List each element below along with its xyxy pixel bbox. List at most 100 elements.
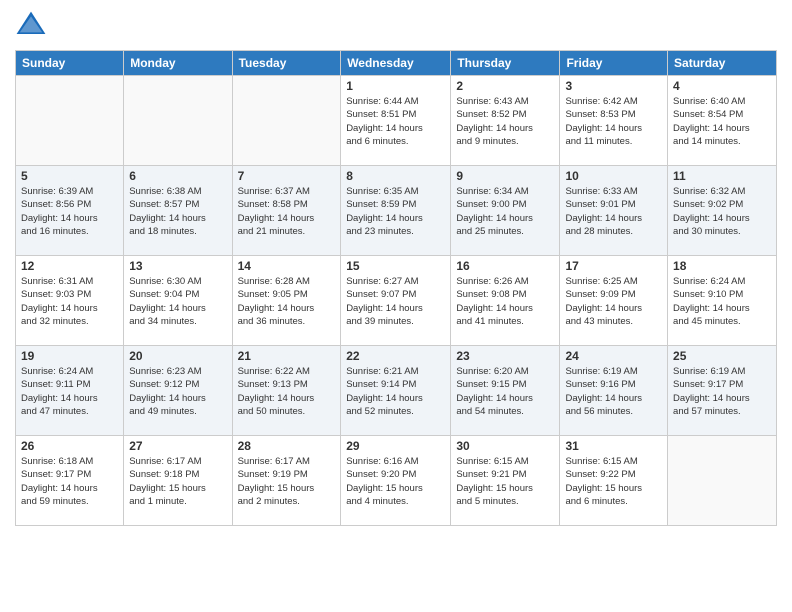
weekday-header-sunday: Sunday (16, 51, 124, 76)
calendar-cell: 5Sunrise: 6:39 AM Sunset: 8:56 PM Daylig… (16, 166, 124, 256)
day-info: Sunrise: 6:44 AM Sunset: 8:51 PM Dayligh… (346, 95, 445, 148)
calendar-cell: 14Sunrise: 6:28 AM Sunset: 9:05 PM Dayli… (232, 256, 341, 346)
calendar-week-row-3: 12Sunrise: 6:31 AM Sunset: 9:03 PM Dayli… (16, 256, 777, 346)
calendar-cell: 23 Sunrise: 6:20 AM Sunset: 9:15 PM Dayli… (451, 346, 560, 436)
day-info: Sunrise: 6:25 AM Sunset: 9:09 PM Dayligh… (565, 275, 662, 328)
calendar-cell: 27 Sunrise: 6:17 AM Sunset: 9:18 PM Dayli… (124, 436, 232, 526)
day-number: 10 (565, 169, 662, 183)
day-number: 6 (129, 169, 226, 183)
day-info: Sunrise: 6:26 AM Sunset: 9:08 PM Dayligh… (456, 275, 554, 328)
day-number: 14 (238, 259, 336, 273)
day-info: Sunrise: 6:37 AM Sunset: 8:58 PM Dayligh… (238, 185, 336, 238)
calendar-cell: 20Sunrise: 6:23 AM Sunset: 9:12 PM Dayli… (124, 346, 232, 436)
day-number: 11 (673, 169, 771, 183)
day-number: 16 (456, 259, 554, 273)
weekday-header-monday: Monday (124, 51, 232, 76)
page: SundayMondayTuesdayWednesdayThursdayFrid… (0, 0, 792, 612)
day-number: 13 (129, 259, 226, 273)
day-info: Sunrise: 6:33 AM Sunset: 9:01 PM Dayligh… (565, 185, 662, 238)
calendar-cell: 4 Sunrise: 6:40 AM Sunset: 8:54 PM Daylig… (668, 76, 777, 166)
day-number: 30 (456, 439, 554, 453)
calendar-cell: 8 Sunrise: 6:35 AM Sunset: 8:59 PM Daylig… (341, 166, 451, 256)
calendar-cell: 13 Sunrise: 6:30 AM Sunset: 9:04 PM Dayli… (124, 256, 232, 346)
weekday-header-wednesday: Wednesday (341, 51, 451, 76)
day-info: Sunrise: 6:27 AM Sunset: 9:07 PM Dayligh… (346, 275, 445, 328)
day-info: Sunrise: 6:24 AM Sunset: 9:11 PM Dayligh… (21, 365, 118, 418)
calendar-cell: 31 Sunrise: 6:15 AM Sunset: 9:22 PM Dayli… (560, 436, 668, 526)
logo-icon (15, 10, 47, 42)
day-info: Sunrise: 6:16 AM Sunset: 9:20 PM Dayligh… (346, 455, 445, 508)
calendar-cell (668, 436, 777, 526)
calendar-cell: 25 Sunrise: 6:19 AM Sunset: 9:17 PM Dayli… (668, 346, 777, 436)
calendar-cell (232, 76, 341, 166)
calendar-cell: 1 Sunrise: 6:44 AM Sunset: 8:51 PM Daylig… (341, 76, 451, 166)
calendar-cell: 24 Sunrise: 6:19 AM Sunset: 9:16 PM Dayli… (560, 346, 668, 436)
weekday-header-friday: Friday (560, 51, 668, 76)
weekday-header-thursday: Thursday (451, 51, 560, 76)
day-info: Sunrise: 6:17 AM Sunset: 9:19 PM Dayligh… (238, 455, 336, 508)
day-number: 19 (21, 349, 118, 363)
day-info: Sunrise: 6:15 AM Sunset: 9:22 PM Dayligh… (565, 455, 662, 508)
day-number: 28 (238, 439, 336, 453)
day-number: 15 (346, 259, 445, 273)
day-info: Sunrise: 6:20 AM Sunset: 9:15 PM Dayligh… (456, 365, 554, 418)
calendar-cell: 11 Sunrise: 6:32 AM Sunset: 9:02 PM Dayli… (668, 166, 777, 256)
day-info: Sunrise: 6:23 AM Sunset: 9:12 PM Dayligh… (129, 365, 226, 418)
day-number: 26 (21, 439, 118, 453)
calendar-cell: 15 Sunrise: 6:27 AM Sunset: 9:07 PM Dayli… (341, 256, 451, 346)
calendar-cell: 22 Sunrise: 6:21 AM Sunset: 9:14 PM Dayli… (341, 346, 451, 436)
calendar-cell (16, 76, 124, 166)
calendar-cell: 19 Sunrise: 6:24 AM Sunset: 9:11 PM Dayli… (16, 346, 124, 436)
day-number: 2 (456, 79, 554, 93)
calendar-week-row-1: 1 Sunrise: 6:44 AM Sunset: 8:51 PM Daylig… (16, 76, 777, 166)
calendar-cell: 12Sunrise: 6:31 AM Sunset: 9:03 PM Dayli… (16, 256, 124, 346)
calendar-cell: 2Sunrise: 6:43 AM Sunset: 8:52 PM Daylig… (451, 76, 560, 166)
day-info: Sunrise: 6:21 AM Sunset: 9:14 PM Dayligh… (346, 365, 445, 418)
weekday-header-saturday: Saturday (668, 51, 777, 76)
calendar-header-row: SundayMondayTuesdayWednesdayThursdayFrid… (16, 51, 777, 76)
calendar-week-row-5: 26 Sunrise: 6:18 AM Sunset: 9:17 PM Dayli… (16, 436, 777, 526)
day-number: 27 (129, 439, 226, 453)
day-number: 25 (673, 349, 771, 363)
day-info: Sunrise: 6:32 AM Sunset: 9:02 PM Dayligh… (673, 185, 771, 238)
day-number: 31 (565, 439, 662, 453)
day-number: 1 (346, 79, 445, 93)
day-number: 29 (346, 439, 445, 453)
calendar-table: SundayMondayTuesdayWednesdayThursdayFrid… (15, 50, 777, 526)
calendar-cell: 9 Sunrise: 6:34 AM Sunset: 9:00 PM Daylig… (451, 166, 560, 256)
day-number: 4 (673, 79, 771, 93)
calendar-week-row-2: 5Sunrise: 6:39 AM Sunset: 8:56 PM Daylig… (16, 166, 777, 256)
calendar-cell: 7Sunrise: 6:37 AM Sunset: 8:58 PM Daylig… (232, 166, 341, 256)
day-info: Sunrise: 6:35 AM Sunset: 8:59 PM Dayligh… (346, 185, 445, 238)
day-info: Sunrise: 6:38 AM Sunset: 8:57 PM Dayligh… (129, 185, 226, 238)
weekday-header-tuesday: Tuesday (232, 51, 341, 76)
day-info: Sunrise: 6:39 AM Sunset: 8:56 PM Dayligh… (21, 185, 118, 238)
calendar-cell: 28 Sunrise: 6:17 AM Sunset: 9:19 PM Dayli… (232, 436, 341, 526)
calendar-cell: 17 Sunrise: 6:25 AM Sunset: 9:09 PM Dayli… (560, 256, 668, 346)
day-number: 21 (238, 349, 336, 363)
day-number: 23 (456, 349, 554, 363)
day-info: Sunrise: 6:19 AM Sunset: 9:16 PM Dayligh… (565, 365, 662, 418)
day-number: 24 (565, 349, 662, 363)
day-info: Sunrise: 6:30 AM Sunset: 9:04 PM Dayligh… (129, 275, 226, 328)
logo (15, 10, 51, 42)
day-info: Sunrise: 6:19 AM Sunset: 9:17 PM Dayligh… (673, 365, 771, 418)
calendar-cell: 3Sunrise: 6:42 AM Sunset: 8:53 PM Daylig… (560, 76, 668, 166)
day-info: Sunrise: 6:15 AM Sunset: 9:21 PM Dayligh… (456, 455, 554, 508)
calendar-cell: 30 Sunrise: 6:15 AM Sunset: 9:21 PM Dayli… (451, 436, 560, 526)
day-number: 8 (346, 169, 445, 183)
day-info: Sunrise: 6:18 AM Sunset: 9:17 PM Dayligh… (21, 455, 118, 508)
day-info: Sunrise: 6:34 AM Sunset: 9:00 PM Dayligh… (456, 185, 554, 238)
day-number: 3 (565, 79, 662, 93)
day-number: 9 (456, 169, 554, 183)
day-info: Sunrise: 6:24 AM Sunset: 9:10 PM Dayligh… (673, 275, 771, 328)
day-info: Sunrise: 6:31 AM Sunset: 9:03 PM Dayligh… (21, 275, 118, 328)
day-number: 17 (565, 259, 662, 273)
header (15, 10, 777, 42)
day-info: Sunrise: 6:40 AM Sunset: 8:54 PM Dayligh… (673, 95, 771, 148)
day-number: 22 (346, 349, 445, 363)
day-number: 18 (673, 259, 771, 273)
calendar-cell: 26 Sunrise: 6:18 AM Sunset: 9:17 PM Dayli… (16, 436, 124, 526)
day-info: Sunrise: 6:17 AM Sunset: 9:18 PM Dayligh… (129, 455, 226, 508)
calendar-cell: 6 Sunrise: 6:38 AM Sunset: 8:57 PM Daylig… (124, 166, 232, 256)
